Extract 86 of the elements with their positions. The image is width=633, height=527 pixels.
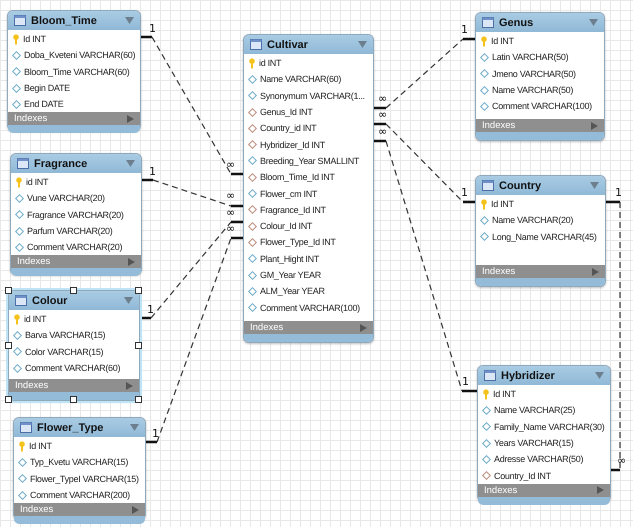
table-name: Country bbox=[499, 180, 542, 192]
table-name: Bloom_Time bbox=[31, 14, 98, 26]
cardinality-label: ∞ bbox=[226, 222, 236, 235]
indexes-label: Indexes bbox=[482, 266, 516, 277]
column-text: Jmeno VARCHAR(50) bbox=[492, 68, 576, 79]
table-name: Hybridizer bbox=[501, 370, 556, 382]
table-card[interactable]: Fragrance id INT Vune VARCHAR(20) Fragrance VARCHAR(20) Parfum VARCHAR(20) Comment VARCHAR(20) Indexes bbox=[10, 153, 142, 275]
indexes-label: Indexes bbox=[15, 380, 48, 391]
table-name: Flower_Type bbox=[37, 422, 104, 434]
column-text: Flower_Type_Id INT bbox=[260, 237, 336, 248]
column-text: Barva VARCHAR(15) bbox=[25, 330, 106, 340]
cardinality-label: ∞ bbox=[226, 206, 236, 219]
cardinality-label: 1 bbox=[462, 375, 469, 388]
cardinality-label: 1 bbox=[461, 186, 468, 199]
column-text: Plant_Hight INT bbox=[260, 254, 320, 264]
column-text: Flower_TypeI VARCHAR(15) bbox=[30, 474, 139, 484]
column-text: Id INT bbox=[491, 36, 514, 46]
column-text: id INT bbox=[24, 314, 46, 324]
table-card[interactable]: Bloom_Time Id INT Doba_Kveteni VARCHAR(60) Bloom_Time VARCHAR(60) Begin DATE End DATE Indexes bbox=[7, 10, 141, 131]
indexes-label: Indexes bbox=[484, 484, 518, 496]
column-text: Vune VARCHAR(20) bbox=[27, 193, 105, 204]
cardinality-label: 1 bbox=[615, 186, 622, 199]
column-text: Comment VARCHAR(200) bbox=[30, 490, 130, 500]
table-name: Cultivar bbox=[267, 38, 309, 50]
cardinality-label: 1 bbox=[149, 165, 156, 178]
table-card[interactable]: Colour id INT Barva VARCHAR(15) Color VARCHAR(15) Comment VARCHAR(60) Indexes bbox=[8, 290, 140, 401]
column-text: Doba_Kveteni VARCHAR(60) bbox=[24, 50, 136, 60]
column-text: Country_id INT bbox=[260, 123, 316, 134]
column-text: Latin VARCHAR(50) bbox=[492, 52, 568, 62]
column-text: Comment VARCHAR(100) bbox=[492, 101, 592, 112]
column-text: Synonymum VARCHAR(1... bbox=[260, 90, 365, 101]
column-text: Name VARCHAR(25) bbox=[494, 405, 576, 416]
column-text: Adresse VARCHAR(50) bbox=[494, 454, 584, 464]
indexes-label: Indexes bbox=[20, 504, 54, 516]
cardinality-label: ∞ bbox=[226, 158, 236, 171]
column-text: GM_Year YEAR bbox=[260, 270, 321, 280]
cardinality-label: ∞ bbox=[378, 108, 388, 121]
column-text: Typ_Kvetu VARCHAR(15) bbox=[30, 457, 128, 468]
column-text: Name VARCHAR(20) bbox=[492, 215, 574, 226]
column-text: Id INT bbox=[493, 389, 516, 400]
column-text: Comment VARCHAR(60) bbox=[25, 363, 120, 374]
column-text: Long_Name VARCHAR(45) bbox=[492, 232, 597, 242]
indexes-label: Indexes bbox=[482, 120, 516, 131]
table-name: Fragrance bbox=[34, 158, 88, 170]
column-text: End DATE bbox=[24, 99, 64, 110]
column-text: ALM_Year YEAR bbox=[260, 286, 325, 296]
column-text: Colour_Id INT bbox=[260, 221, 312, 232]
column-text: Fragrance_Id INT bbox=[260, 204, 326, 215]
column-text: Genus_Id INT bbox=[260, 107, 312, 118]
column-text: Country_Id INT bbox=[494, 470, 551, 481]
column-text: Fragrance VARCHAR(20) bbox=[27, 210, 124, 220]
cardinality-label: 1 bbox=[149, 22, 156, 35]
column-text: Id INT bbox=[29, 441, 52, 452]
table-card[interactable]: Genus Id INT Latin VARCHAR(50) Jmeno VARCHAR(50) Name VARCHAR(50) Comment VARCHAR(100) Indexes bbox=[475, 12, 605, 141]
table-name: Genus bbox=[499, 16, 534, 28]
column-text: Years VARCHAR(15) bbox=[494, 438, 574, 448]
column-text: Name VARCHAR(50) bbox=[492, 85, 574, 96]
column-text: Bloom_Time VARCHAR(60) bbox=[24, 66, 130, 77]
column-text: id INT bbox=[259, 58, 282, 68]
column-text: Color VARCHAR(15) bbox=[25, 346, 104, 357]
column-text: id INT bbox=[26, 177, 48, 188]
table-name: Colour bbox=[32, 294, 68, 306]
column-text: Id INT bbox=[23, 34, 46, 44]
indexes-label: Indexes bbox=[250, 322, 284, 333]
column-text: Begin DATE bbox=[24, 83, 70, 94]
column-text: Bloom_Time_Id INT bbox=[260, 172, 335, 182]
table-card[interactable]: Hybridizer Id INT Name VARCHAR(25) Family_Name VARCHAR(30) Years VARCHAR(15) Adresse VARCHAR(50) Country_Id INT Indexes bbox=[477, 365, 611, 502]
indexes-label: Indexes bbox=[14, 113, 48, 124]
column-text: Hybridizer_Id INT bbox=[260, 140, 325, 150]
column-text: Breeding_Year SMALLINT bbox=[260, 156, 360, 166]
cardinality-label: ∞ bbox=[378, 92, 388, 105]
cardinality-label: ∞ bbox=[617, 454, 626, 467]
cardinality-label: 1 bbox=[152, 427, 159, 440]
cardinality-label: 1 bbox=[461, 23, 468, 36]
indexes-label: Indexes bbox=[17, 256, 50, 268]
table-card[interactable]: Country Id INT Name VARCHAR(20) Long_Name VARCHAR(45) Indexes bbox=[475, 175, 606, 287]
column-text: Comment VARCHAR(100) bbox=[260, 302, 360, 313]
cardinality-label: ∞ bbox=[378, 125, 388, 138]
column-text: Flower_cm INT bbox=[260, 188, 318, 199]
column-text: Family_Name VARCHAR(30) bbox=[494, 422, 604, 432]
cardinality-label: ∞ bbox=[226, 189, 236, 202]
column-text: Comment VARCHAR(20) bbox=[27, 242, 122, 252]
cardinality-label: 1 bbox=[147, 303, 154, 316]
column-text: Parfum VARCHAR(20) bbox=[27, 226, 112, 236]
column-text: Id INT bbox=[491, 199, 514, 210]
column-text: Name VARCHAR(60) bbox=[260, 74, 342, 84]
